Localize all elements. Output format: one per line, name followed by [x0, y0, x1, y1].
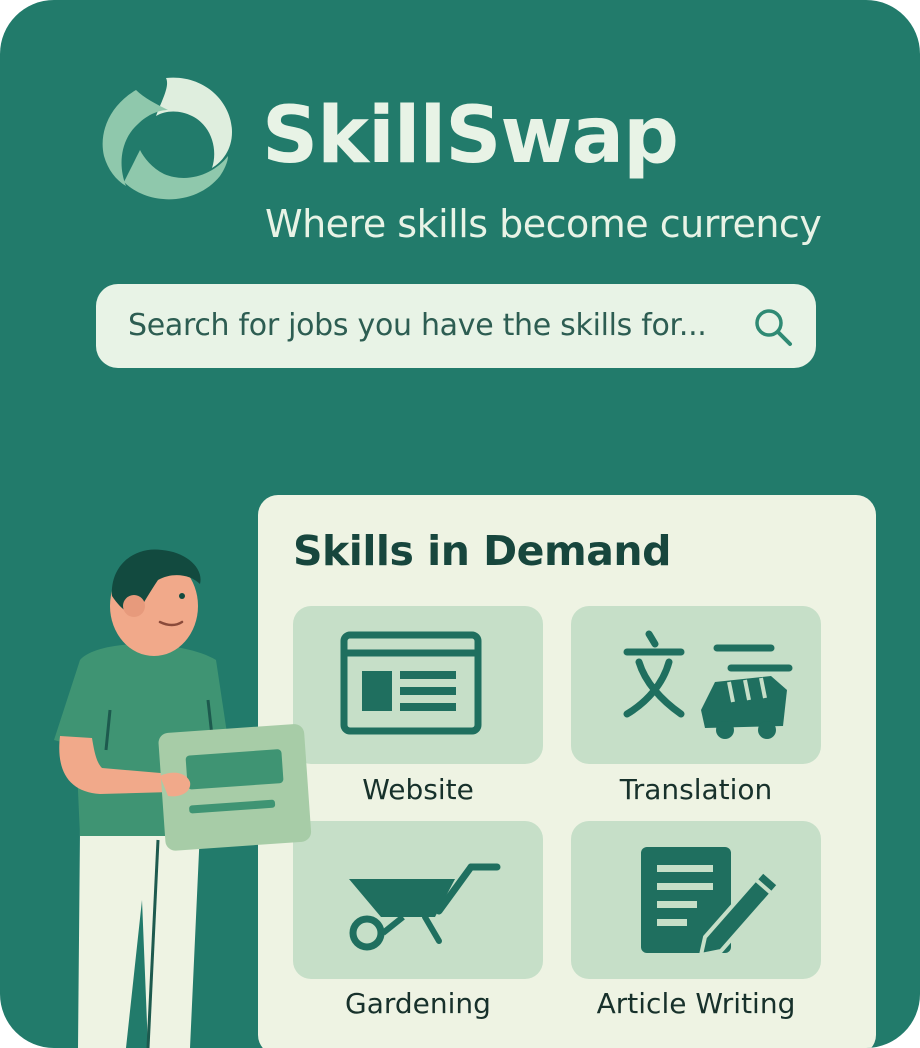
search-input[interactable]: Search for jobs you have the skills for.… — [128, 284, 707, 368]
wheelbarrow-icon — [349, 863, 501, 951]
search-bar[interactable]: Search for jobs you have the skills for.… — [96, 284, 816, 368]
brand-name: SkillSwap — [262, 91, 679, 181]
skill-label: Article Writing — [596, 987, 796, 1020]
app-screen: SkillSwap Where skills become currency S… — [0, 0, 920, 1048]
tagline: Where skills become currency — [265, 202, 822, 246]
skills-panel: Skills in Demand Website Translation Gar… — [258, 495, 876, 1048]
document-pencil-icon — [641, 847, 782, 957]
translation-icon — [623, 630, 793, 739]
search-icon[interactable] — [750, 304, 796, 350]
swirl-logo-icon — [102, 77, 232, 200]
panel-title: Skills in Demand — [293, 527, 671, 575]
skill-label: Translation — [619, 773, 773, 806]
skill-tile-gardening[interactable] — [293, 821, 543, 979]
skill-tile-website[interactable] — [293, 606, 543, 764]
skill-tile-article-writing[interactable] — [571, 821, 821, 979]
person-illustration — [54, 549, 312, 1048]
website-icon — [340, 631, 482, 735]
skill-tile-translation[interactable] — [571, 606, 821, 764]
